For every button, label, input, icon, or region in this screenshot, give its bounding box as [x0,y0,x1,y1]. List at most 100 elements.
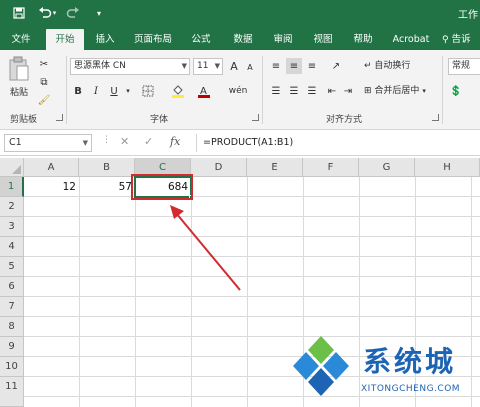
font-name-select[interactable]: 思源黑体 CN ▼ [70,58,190,75]
save-icon[interactable] [10,3,28,23]
column-header-g[interactable]: G [359,158,415,177]
row-header-11[interactable]: 11 [0,377,24,407]
clipboard-group-label: 剪贴板 [10,115,38,125]
number-format-select[interactable]: 常规 [448,58,480,75]
tab-page-layout[interactable]: 页面布局 [128,29,178,50]
cell-b1[interactable]: 57 [79,177,135,197]
currency-icon[interactable]: 💲 [448,83,464,99]
merge-center-button[interactable]: ⊞ 合并后居中 ▾ [364,83,426,99]
customize-qat-icon[interactable]: ▾ [92,3,106,23]
enter-icon[interactable]: ✓ [144,135,153,148]
alignment-launcher-icon[interactable] [432,114,439,121]
underline-dropdown-icon[interactable]: ▾ [120,83,136,99]
chevron-down-icon: ▾ [422,87,426,95]
tab-tell-me[interactable]: ⚲ 告诉 [442,29,480,50]
font-size-value: 11 [197,61,209,71]
tab-view[interactable]: 视图 [306,29,340,50]
fill-color-icon[interactable] [170,83,186,99]
wrap-text-button[interactable]: ↵ 自动换行 [364,58,410,74]
cut-icon[interactable]: ✂ [36,56,52,72]
dots-icon: ⋮ [102,135,111,145]
column-header-a[interactable]: A [24,158,79,177]
tab-insert[interactable]: 插入 [88,29,122,50]
bold-button[interactable]: B [70,83,86,99]
title-bar: ▾ ▾ 工作 [0,0,480,26]
ribbon-home: 粘贴 ✂ ⧉ 🖌 剪贴板 思源黑体 CN ▼ 11 ▼ A A B I U ▾ … [0,50,480,130]
font-name-value: 思源黑体 CN [74,61,126,71]
row-header-10[interactable]: 10 [0,357,24,377]
chevron-down-icon: ▼ [181,62,187,70]
column-header-f[interactable]: F [303,158,359,177]
ribbon-tabs: 文件 开始 插入 页面布局 公式 数据 审阅 视图 帮助 Acrobat ⚲ 告… [0,26,480,50]
grow-font-button[interactable]: A [226,58,242,74]
merge-center-label: 合并后居中 [374,86,420,96]
row-header-2[interactable]: 2 [0,197,24,217]
decrease-indent-icon[interactable]: ⇤ [324,83,340,99]
wrap-text-icon: ↵ [364,61,372,71]
paste-icon [9,56,29,81]
align-bottom-icon[interactable]: ≡ [304,58,320,74]
italic-button[interactable]: I [88,83,104,99]
paste-label: 粘贴 [9,88,28,98]
name-box[interactable]: C1 ▼ [4,134,92,152]
row-header-9[interactable]: 9 [0,337,24,357]
row-header-5[interactable]: 5 [0,257,24,277]
window-title: 工作 [458,10,478,21]
highlight-box [131,174,193,200]
phonetic-icon[interactable]: wén [229,83,248,99]
align-left-icon[interactable]: ☰ [268,83,284,99]
column-header-b[interactable]: B [79,158,135,177]
tab-review[interactable]: 审阅 [266,29,300,50]
align-middle-icon[interactable]: ≡ [286,58,302,74]
row-header-6[interactable]: 6 [0,277,24,297]
column-header-e[interactable]: E [247,158,303,177]
align-right-icon[interactable]: ☰ [304,83,320,99]
alignment-group-label: 对齐方式 [326,115,363,125]
font-size-select[interactable]: 11 ▼ [193,58,223,75]
tab-data[interactable]: 数据 [226,29,260,50]
group-divider [442,56,443,124]
select-all-button[interactable] [0,158,24,177]
merge-center-icon: ⊞ [364,86,372,96]
font-color-icon[interactable]: A [196,83,212,99]
column-header-h[interactable]: H [415,158,480,177]
row-header-4[interactable]: 4 [0,237,24,257]
number-format-value: 常规 [452,61,471,71]
formula-bar: C1 ▼ ⋮ ✕ ✓ fx =PRODUCT(A1:B1) [0,130,480,156]
chevron-down-icon: ▼ [82,139,88,147]
clipboard-launcher-icon[interactable] [56,114,63,121]
tell-me-label: 告诉 [451,34,471,45]
tab-help[interactable]: 帮助 [346,29,380,50]
tab-home[interactable]: 开始 [46,29,84,50]
row-header-7[interactable]: 7 [0,297,24,317]
font-group-label: 字体 [150,115,169,125]
align-top-icon[interactable]: ≡ [268,58,284,74]
row-header-3[interactable]: 3 [0,217,24,237]
redo-icon[interactable] [64,3,82,23]
column-header-d[interactable]: D [191,158,247,177]
row-header-1[interactable]: 1 [0,177,24,197]
formula-input[interactable]: =PRODUCT(A1:B1) [196,134,480,152]
insert-function-icon[interactable]: fx [170,135,180,148]
watermark-text: 系统城 [363,345,457,378]
cell-a1[interactable]: 12 [24,177,79,197]
chevron-down-icon: ▼ [214,62,220,70]
watermark-url: XITONGCHENG.COM [361,384,461,394]
row-header-8[interactable]: 8 [0,317,24,337]
copy-icon[interactable]: ⧉ [36,74,52,90]
tab-formulas[interactable]: 公式 [184,29,218,50]
paste-button[interactable]: 粘贴 [6,56,32,106]
tab-acrobat[interactable]: Acrobat [386,29,436,50]
format-painter-icon[interactable]: 🖌 [36,92,52,108]
increase-indent-icon[interactable]: ⇥ [340,83,356,99]
font-launcher-icon[interactable] [252,114,259,121]
orientation-icon[interactable]: ↗ [328,58,344,74]
undo-icon[interactable]: ▾ [36,3,58,23]
shrink-font-button[interactable]: A [242,59,258,75]
borders-icon[interactable] [140,83,156,99]
tab-file[interactable]: 文件 [4,29,38,50]
group-divider [262,56,263,124]
align-center-icon[interactable]: ☰ [286,83,302,99]
cancel-icon[interactable]: ✕ [120,135,129,148]
formula-controls: ⋮ ✕ ✓ fx [100,134,194,152]
